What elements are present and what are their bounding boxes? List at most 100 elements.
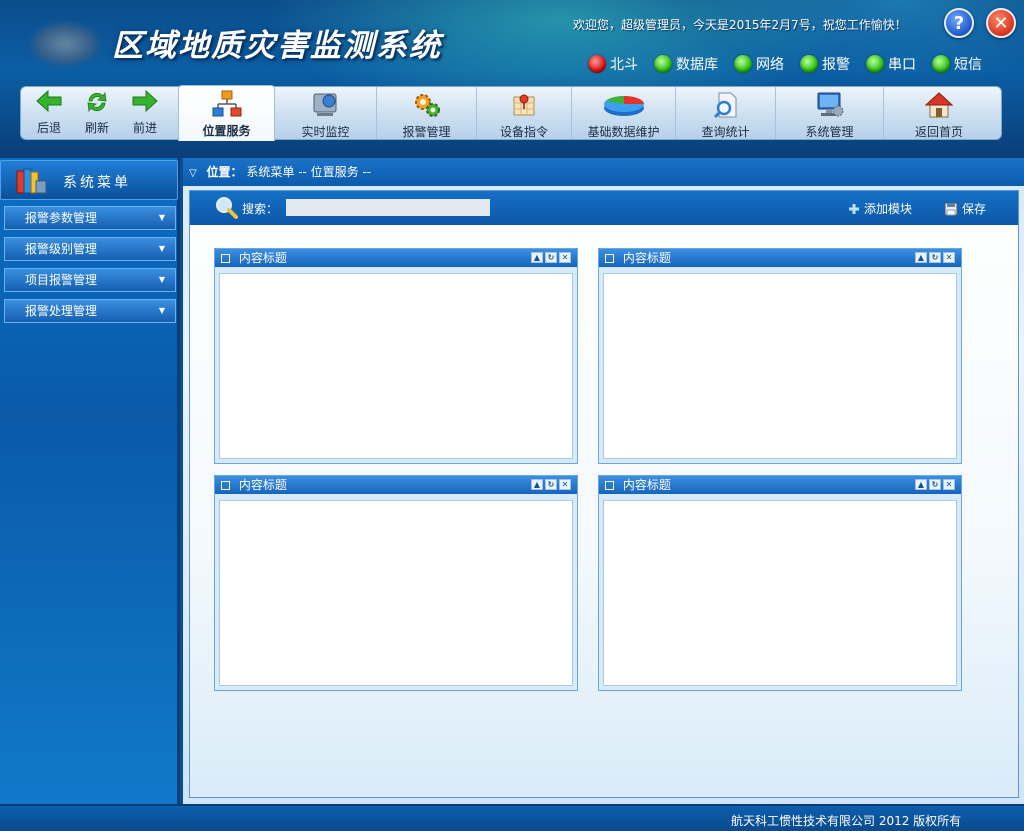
collapse-icon[interactable]: ▲ bbox=[915, 252, 927, 263]
pie-chart-icon bbox=[603, 96, 644, 116]
save-button[interactable]: 保存 bbox=[944, 200, 986, 217]
status-led-icon bbox=[800, 55, 818, 73]
home-icon bbox=[924, 92, 954, 118]
content-panel: 内容标题 ▲ ↻ ✕ bbox=[598, 248, 962, 464]
org-chart-icon bbox=[212, 90, 241, 117]
tab-label: 系统管理 bbox=[805, 125, 854, 139]
chevron-down-icon: ▼ bbox=[158, 213, 165, 222]
status-led-icon bbox=[866, 55, 884, 73]
arrow-left-icon bbox=[25, 89, 73, 119]
forward-label: 前进 bbox=[132, 121, 157, 135]
status-label: 短信 bbox=[954, 57, 982, 73]
close-button[interactable]: ✕ bbox=[986, 8, 1016, 38]
copyright-text: 航天科工惯性技术有限公司 2012 版权所有 bbox=[731, 814, 962, 828]
refresh-icon[interactable]: ↻ bbox=[545, 252, 557, 263]
panel-header: 内容标题 ▲ ↻ ✕ bbox=[599, 476, 961, 494]
panel-title: 内容标题 bbox=[622, 478, 671, 492]
app-logo bbox=[30, 22, 100, 66]
refresh-icon[interactable]: ↻ bbox=[929, 252, 941, 263]
search-icon bbox=[216, 197, 238, 219]
refresh-button[interactable]: 刷新 bbox=[73, 89, 121, 139]
back-button[interactable]: 后退 bbox=[25, 89, 73, 139]
status-label: 串口 bbox=[888, 57, 916, 73]
sidebar-item-project-alarms[interactable]: 项目报警管理 ▼ bbox=[4, 268, 176, 292]
close-icon[interactable]: ✕ bbox=[559, 252, 571, 263]
search-bar: 搜索： 添加模块 保存 bbox=[190, 191, 1018, 225]
app-header: 区域地质灾害监测系统 欢迎您，超级管理员，今天是2015年2月7号，祝您工作愉快… bbox=[0, 0, 1024, 158]
floppy-disk-icon bbox=[944, 202, 958, 215]
close-icon[interactable]: ✕ bbox=[943, 479, 955, 490]
plus-icon bbox=[849, 203, 859, 214]
chevron-down-icon: ▼ bbox=[158, 306, 165, 315]
close-icon[interactable]: ✕ bbox=[559, 479, 571, 490]
tab-label: 位置服务 bbox=[202, 124, 251, 138]
sidebar-item-alarm-levels[interactable]: 报警级别管理 ▼ bbox=[4, 237, 176, 261]
status-led-icon bbox=[588, 55, 606, 73]
sidebar-item-alarm-handling[interactable]: 报警处理管理 ▼ bbox=[4, 299, 176, 323]
refresh-label: 刷新 bbox=[84, 121, 109, 135]
collapse-icon[interactable]: ▲ bbox=[915, 479, 927, 490]
arrow-right-icon bbox=[121, 89, 169, 119]
content-panel: 内容标题 ▲ ↻ ✕ bbox=[214, 475, 578, 691]
tab-base-data[interactable]: 基础数据维护 bbox=[572, 87, 676, 139]
status-led-icon bbox=[932, 55, 950, 73]
sidebar-item-label: 报警参数管理 bbox=[25, 211, 98, 225]
content-panel: 内容标题 ▲ ↻ ✕ bbox=[598, 475, 962, 691]
welcome-message: 欢迎您，超级管理员，今天是2015年2月7号，祝您工作愉快！ bbox=[573, 18, 907, 32]
panel-icon bbox=[221, 481, 230, 490]
app-title: 区域地质灾害监测系统 bbox=[112, 28, 442, 64]
breadcrumb-path: 系统菜单 -- 位置服务 -- bbox=[246, 165, 372, 179]
panel-icon bbox=[221, 254, 230, 263]
refresh-icon bbox=[73, 89, 121, 119]
nav-group: 后退 刷新 前进 bbox=[25, 89, 177, 139]
search-input[interactable] bbox=[286, 199, 490, 216]
panel-body bbox=[603, 273, 957, 459]
refresh-icon[interactable]: ↻ bbox=[545, 479, 557, 490]
footer: 航天科工惯性技术有限公司 2012 版权所有 bbox=[0, 804, 1024, 831]
collapse-icon[interactable]: ▲ bbox=[531, 252, 543, 263]
status-indicators: 北斗 数据库 网络 报警 串口 短信 bbox=[588, 54, 998, 74]
refresh-icon[interactable]: ↻ bbox=[929, 479, 941, 490]
forward-button[interactable]: 前进 bbox=[121, 89, 169, 139]
close-icon[interactable]: ✕ bbox=[943, 252, 955, 263]
status-database: 数据库 bbox=[654, 54, 718, 74]
breadcrumb-prefix: 位置： bbox=[206, 165, 243, 179]
tab-system-management[interactable]: 系统管理 bbox=[776, 87, 884, 139]
gears-icon bbox=[414, 94, 440, 117]
monitor-icon bbox=[313, 93, 336, 116]
tab-label: 返回首页 bbox=[914, 125, 963, 139]
tab-label: 报警管理 bbox=[402, 125, 451, 139]
collapse-icon[interactable]: ▲ bbox=[531, 479, 543, 490]
panel-icon bbox=[605, 254, 614, 263]
main-content: ▽ 位置： 系统菜单 -- 位置服务 -- 搜索： 添加模块 保存 内容标题 ▲… bbox=[183, 158, 1024, 804]
map-pin-icon bbox=[513, 94, 535, 116]
chevron-down-icon: ▼ bbox=[158, 244, 165, 253]
status-led-icon bbox=[654, 55, 672, 73]
tab-return-home[interactable]: 返回首页 bbox=[884, 87, 994, 139]
status-network: 网络 bbox=[734, 54, 784, 74]
chevron-down-icon: ▼ bbox=[158, 275, 165, 284]
sidebar-item-alarm-params[interactable]: 报警参数管理 ▼ bbox=[4, 206, 176, 230]
back-label: 后退 bbox=[36, 121, 61, 135]
tab-label: 实时监控 bbox=[301, 125, 350, 139]
tab-alarm-management[interactable]: 报警管理 bbox=[377, 87, 477, 139]
tab-label: 设备指令 bbox=[499, 125, 548, 139]
tab-device-command[interactable]: 设备指令 bbox=[477, 87, 572, 139]
panel-title: 内容标题 bbox=[238, 478, 287, 492]
add-module-button[interactable]: 添加模块 bbox=[848, 200, 912, 217]
help-icon: ? bbox=[953, 13, 965, 34]
main-toolbar: 后退 刷新 前进 位置服务 实时监控 报警管理 设备指令 基础数据维护 查询统计… bbox=[20, 85, 1002, 141]
panel-controls: ▲ ↻ ✕ bbox=[531, 479, 571, 490]
status-led-icon bbox=[734, 55, 752, 73]
help-button[interactable]: ? bbox=[944, 8, 974, 38]
status-beidou: 北斗 bbox=[588, 54, 638, 74]
tab-query-stats[interactable]: 查询统计 bbox=[676, 87, 776, 139]
tab-location-service[interactable]: 位置服务 bbox=[178, 85, 275, 141]
sidebar-item-label: 报警处理管理 bbox=[25, 304, 98, 318]
tab-realtime-monitor[interactable]: 实时监控 bbox=[275, 87, 377, 139]
panel-title: 内容标题 bbox=[622, 251, 671, 265]
breadcrumb: ▽ 位置： 系统菜单 -- 位置服务 -- bbox=[183, 158, 1024, 186]
panel-title: 内容标题 bbox=[238, 251, 287, 265]
books-icon bbox=[16, 168, 47, 194]
sidebar-item-label: 项目报警管理 bbox=[25, 273, 98, 287]
